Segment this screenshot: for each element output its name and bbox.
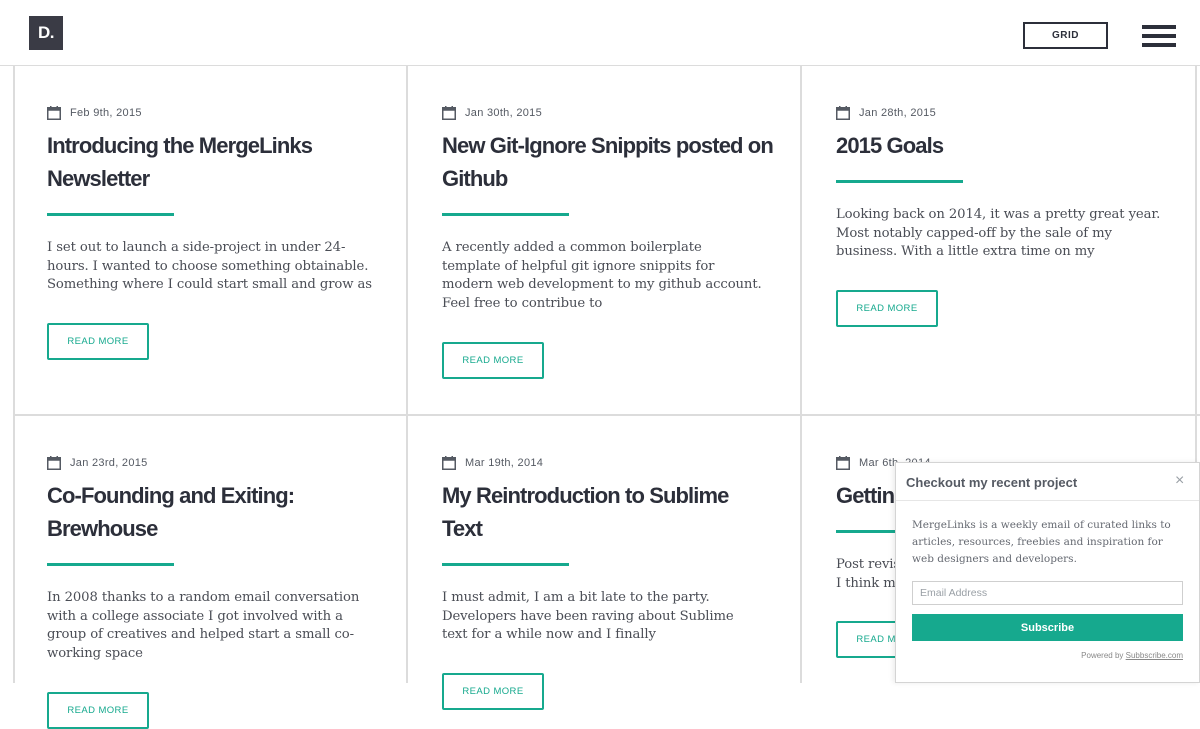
post-title[interactable]: My Reintroduction to Sublime Text (442, 479, 762, 545)
post-date: Jan 23rd, 2015 (47, 456, 377, 470)
powered-by-link[interactable]: Subbscribe.com (1126, 651, 1183, 660)
grid-divider (800, 66, 802, 683)
post-title[interactable]: 2015 Goals (836, 129, 1166, 162)
grid-divider (13, 414, 1200, 416)
title-underline (442, 563, 569, 566)
post-date: Feb 9th, 2015 (47, 106, 377, 120)
post-date-text: Jan 28th, 2015 (859, 107, 936, 119)
calendar-icon (836, 456, 850, 470)
post-date-text: Jan 30th, 2015 (465, 107, 542, 119)
post-title[interactable]: Introducing the MergeLinks Newsletter (47, 129, 347, 195)
post-card: Feb 9th, 2015 Introducing the MergeLinks… (47, 106, 377, 361)
calendar-icon (442, 456, 456, 470)
calendar-icon (47, 456, 61, 470)
title-underline (836, 180, 963, 183)
post-excerpt: I must admit, I am a bit late to the par… (442, 590, 734, 643)
title-underline (442, 213, 569, 216)
read-more-button[interactable]: READ MORE (836, 290, 938, 328)
calendar-icon (442, 106, 456, 120)
post-card: Jan 23rd, 2015 Co-Founding and Exiting: … (47, 456, 377, 729)
post-date: Mar 19th, 2014 (442, 456, 772, 470)
newsletter-popup: Checkout my recent project × MergeLinks … (895, 462, 1200, 683)
post-excerpt: A recently added a common boilerplate te… (442, 240, 762, 312)
post-excerpt: In 2008 thanks to a random email convers… (47, 590, 360, 662)
site-header: D. GRID (0, 0, 1200, 66)
close-icon[interactable]: × (1175, 472, 1184, 490)
post-date: Jan 30th, 2015 (442, 106, 772, 120)
calendar-icon (836, 106, 850, 120)
post-title[interactable]: New Git-Ignore Snippits posted on Github (442, 129, 777, 195)
post-title[interactable]: Co-Founding and Exiting: Brewhouse (47, 479, 347, 545)
post-date-text: Jan 23rd, 2015 (70, 457, 148, 469)
popup-description: MergeLinks is a weekly email of curated … (912, 519, 1171, 565)
calendar-icon (47, 106, 61, 120)
powered-by-text: Powered by (1081, 651, 1126, 660)
read-more-button[interactable]: READ MORE (47, 323, 149, 361)
post-date-text: Feb 9th, 2015 (70, 107, 142, 119)
site-logo[interactable]: D. (29, 16, 63, 50)
post-card: Jan 30th, 2015 New Git-Ignore Snippits p… (442, 106, 774, 379)
post-excerpt: Looking back on 2014, it was a pretty gr… (836, 207, 1161, 260)
powered-by: Powered by Subbscribe.com (1081, 651, 1183, 660)
post-excerpt: I set out to launch a side-project in un… (47, 240, 372, 293)
post-card: Jan 28th, 2015 2015 Goals Looking back o… (836, 106, 1166, 328)
post-date-text: Mar 19th, 2014 (465, 457, 544, 469)
read-more-button[interactable]: READ MORE (442, 673, 544, 711)
post-card: Mar 19th, 2014 My Reintroduction to Subl… (442, 456, 772, 711)
title-underline (47, 563, 174, 566)
post-date: Jan 28th, 2015 (836, 106, 1166, 120)
subscribe-button[interactable]: Subscribe (912, 614, 1183, 641)
grid-divider (406, 66, 408, 683)
popup-title: Checkout my recent project (906, 475, 1078, 490)
read-more-button[interactable]: READ MORE (442, 341, 544, 379)
read-more-button[interactable]: READ MORE (47, 691, 149, 729)
title-underline (47, 213, 174, 216)
grid-divider (13, 66, 15, 683)
hamburger-menu-icon[interactable] (1142, 25, 1176, 47)
email-field[interactable] (912, 581, 1183, 605)
popup-divider (896, 500, 1199, 501)
grid-view-button[interactable]: GRID (1023, 22, 1108, 49)
